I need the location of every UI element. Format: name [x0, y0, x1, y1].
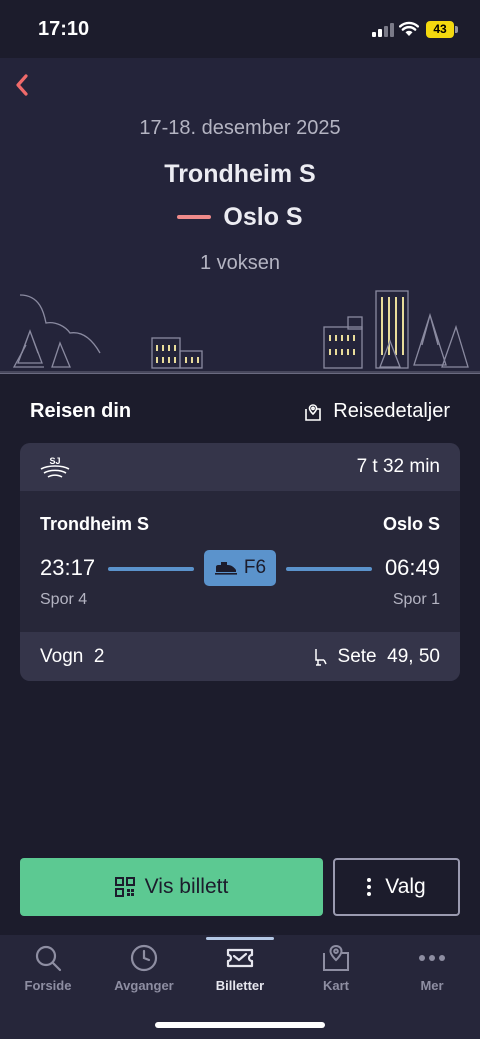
options-label: Valg [385, 875, 426, 898]
seat-label: Sete [337, 646, 377, 667]
departure-track: Spor 4 [40, 591, 88, 608]
passenger-count: 1 voksen [199, 252, 281, 274]
tab-label: Forside [24, 978, 72, 993]
trip-details-link[interactable]: Reisedetaljer [303, 400, 450, 423]
more-vertical-icon [367, 877, 372, 898]
seat-icon [314, 649, 327, 666]
status-time: 17:10 [38, 18, 90, 40]
qr-code-icon [114, 877, 135, 897]
seat-info-bar: Vogn 2 Sete 49, 50 [20, 632, 460, 681]
tab-label: Mer [420, 978, 444, 993]
battery-icon: 43 [426, 21, 458, 38]
more-icon [419, 955, 445, 961]
clock-icon [130, 944, 158, 972]
svg-text:SJ: SJ [49, 456, 60, 466]
origin-station: Trondheim S [40, 514, 150, 534]
to-station: Oslo S [223, 202, 303, 231]
show-ticket-button[interactable]: Vis billett [20, 858, 323, 916]
train-line-badge: F6 [204, 550, 276, 586]
trip-header: 17-18. desember 2025 Trondheim S Oslo S … [0, 58, 480, 374]
sj-logo: SJ [40, 456, 70, 478]
map-pin-icon [323, 944, 349, 971]
card-header: SJ 7 t 32 min [20, 443, 460, 491]
seat-numbers: 49, 50 [387, 646, 440, 667]
to-row: Oslo S [0, 201, 480, 233]
wagon-label: Vogn [40, 646, 84, 667]
trip-duration: 7 t 32 min [356, 456, 440, 477]
tab-billetter[interactable]: Billetter [192, 935, 288, 1005]
skyline-illustration [0, 290, 480, 373]
signal-icon [372, 23, 394, 37]
arrival-track: Spor 1 [392, 591, 440, 608]
back-icon[interactable] [6, 66, 40, 100]
tab-forside[interactable]: Forside [0, 935, 96, 1005]
train-icon [214, 562, 237, 575]
section-title: Reisen din [30, 400, 132, 422]
map-pin-icon [305, 403, 322, 421]
tab-label: Billetter [215, 978, 265, 993]
tab-kart[interactable]: Kart [288, 935, 384, 1005]
wagon-info: Vogn 2 [40, 646, 104, 668]
show-ticket-label: Vis billett [144, 875, 229, 898]
from-station: Trondheim S [164, 160, 316, 188]
route-line-right [286, 567, 372, 571]
trip-details-label: Reisedetaljer [333, 400, 450, 422]
seat-info: Sete 49, 50 [312, 646, 440, 668]
tab-label: Avganger [114, 978, 174, 993]
battery-level: 43 [426, 21, 454, 38]
trip-card[interactable]: SJ 7 t 32 min Trondheim S Oslo S 23:17 F… [20, 443, 460, 681]
departure-time: 23:17 [40, 555, 96, 580]
route-line-left [108, 567, 194, 571]
tab-mer[interactable]: Mer [384, 935, 480, 1005]
ticket-icon [226, 948, 254, 968]
destination-station: Oslo S [382, 514, 440, 534]
search-icon [35, 945, 62, 972]
route-dash [177, 215, 212, 219]
tab-avganger[interactable]: Avganger [96, 935, 192, 1005]
wifi-icon [399, 21, 419, 36]
trip-date: 17-18. desember 2025 [139, 117, 341, 139]
status-bar: 17:10 43 [0, 0, 480, 58]
tab-label: Kart [322, 978, 349, 993]
home-indicator[interactable] [155, 1022, 325, 1028]
wagon-number: 2 [93, 646, 105, 667]
arrival-time: 06:49 [384, 555, 440, 580]
options-button[interactable]: Valg [333, 858, 460, 916]
train-line: F6 [243, 557, 267, 578]
